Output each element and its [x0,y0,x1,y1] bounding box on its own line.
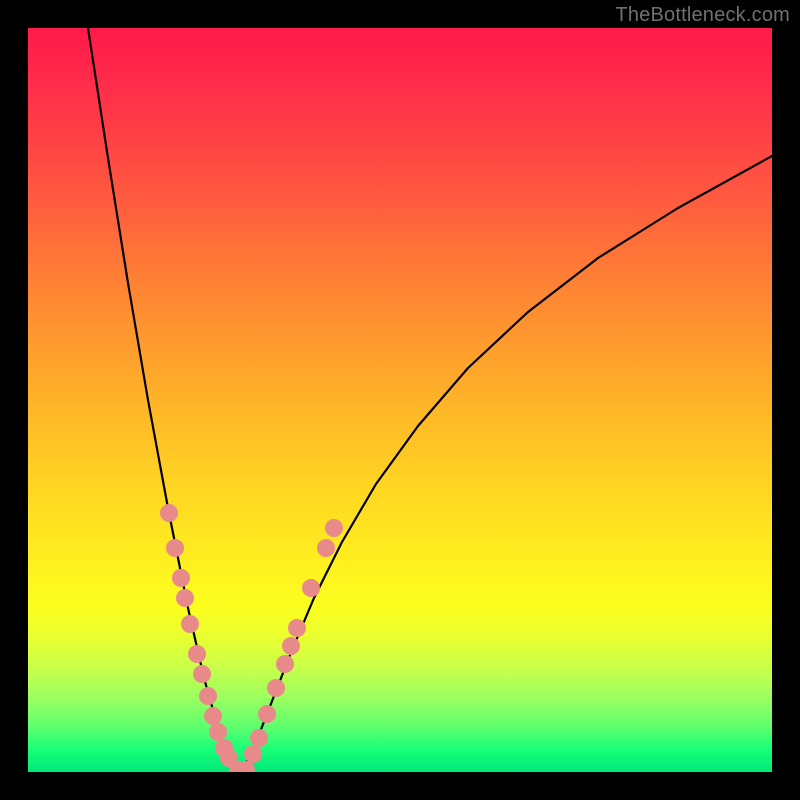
data-dots [160,504,343,772]
data-dot [193,665,211,683]
data-dot [188,645,206,663]
data-dot [325,519,343,537]
curve-layer [28,28,772,772]
data-dot [302,579,320,597]
data-dot [282,637,300,655]
data-dot [244,745,262,763]
watermark-text: TheBottleneck.com [615,4,790,27]
data-dot [250,729,268,747]
data-dot [258,705,276,723]
data-dot [166,539,184,557]
data-dot [204,707,222,725]
data-dot [160,504,178,522]
data-dot [317,539,335,557]
data-dot [267,679,285,697]
data-dot [176,589,194,607]
right-curve [238,156,772,772]
bottleneck-curve [88,28,772,772]
data-dot [181,615,199,633]
data-dot [199,687,217,705]
data-dot [288,619,306,637]
data-dot [209,723,227,741]
chart-frame: TheBottleneck.com [0,0,800,800]
data-dot [172,569,190,587]
plot-area [28,28,772,772]
left-curve [88,28,238,772]
data-dot [276,655,294,673]
